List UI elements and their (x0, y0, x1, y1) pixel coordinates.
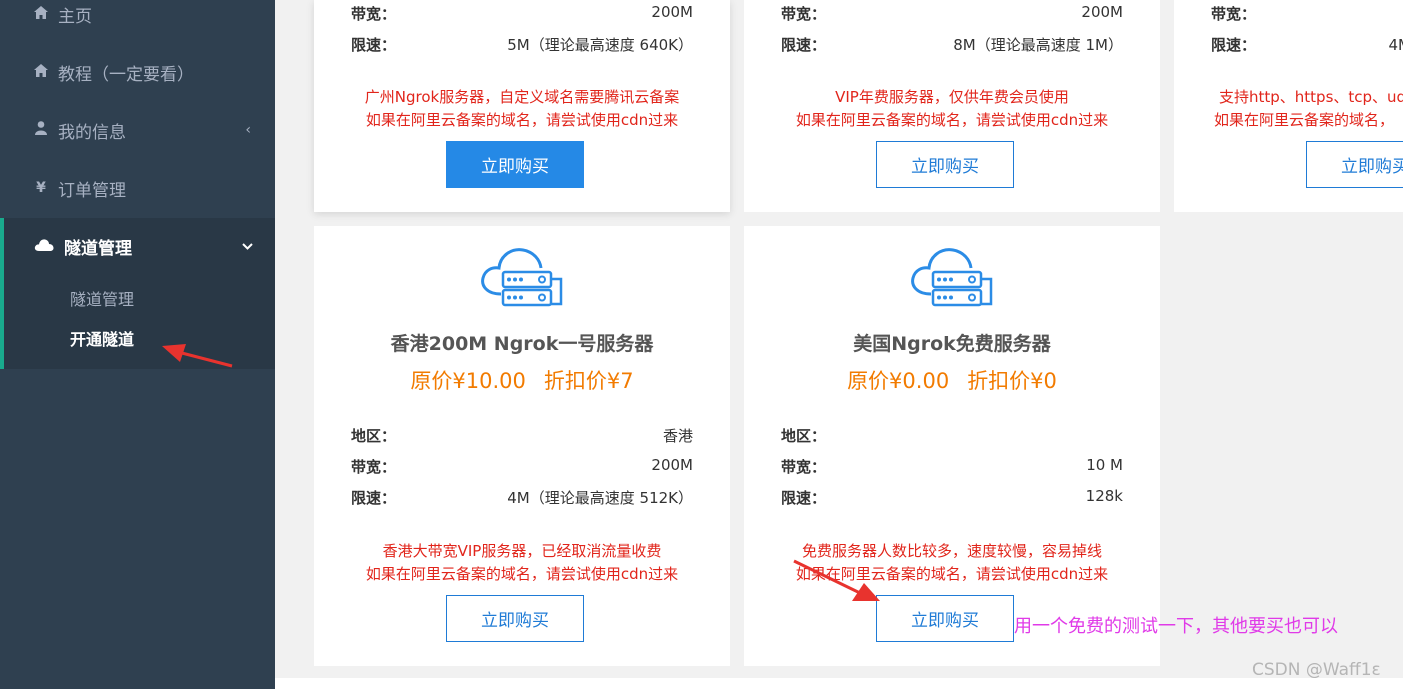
spec-value: 10 M (1086, 456, 1123, 474)
sidebar-item-tutorial[interactable]: 教程（一定要看） (0, 43, 275, 101)
spec-value: 5M（理论最高速度 640K） (507, 36, 693, 54)
sidebar-subitem-open-tunnel[interactable]: 开通隧道 (70, 326, 134, 350)
note-line: 支持http、https、tcp、ud (1219, 88, 1403, 106)
home-icon (30, 63, 52, 81)
buy-button[interactable]: 立即购买 (446, 595, 584, 642)
cloud-server-icon (911, 248, 993, 307)
server-card-vip-annual: 带宽： 200M 限速： 8M（理论最高速度 1M） VIP年费服务器，仅供年费… (744, 0, 1160, 212)
spec-label: 带宽： (351, 458, 397, 476)
spec-label: 限速： (781, 36, 827, 54)
card-note: 香港大带宽VIP服务器，已经取消流量收费 如果在阿里云备案的域名，请尝试使用cd… (314, 540, 730, 586)
spec-label: 带宽： (781, 458, 827, 476)
sidebar-item-orders[interactable]: ¥ 订单管理 (0, 159, 275, 217)
spec-label: 带宽： (781, 5, 827, 23)
discount-price: 折扣价¥7 (543, 369, 634, 393)
card-price: 原价¥0.00 折扣价¥0 (744, 365, 1160, 395)
card-note: VIP年费服务器，仅供年费会员使用 如果在阿里云备案的域名，请尝试使用cdn过来 (744, 86, 1160, 132)
note-line: VIP年费服务器，仅供年费会员使用 (835, 88, 1069, 106)
spec-row-bandwidth: 带宽： (1211, 3, 1403, 24)
original-price: 原价¥10.00 (410, 369, 526, 393)
note-line: 香港大带宽VIP服务器，已经取消流量收费 (382, 542, 662, 560)
sidebar-item-label: 隧道管理 (64, 238, 132, 259)
spec-row-region: 地区： (781, 425, 1123, 446)
spec-label: 限速： (1211, 36, 1257, 54)
home-icon (30, 5, 52, 23)
buy-button[interactable]: 立即购买 (876, 141, 1014, 188)
sidebar-item-home[interactable]: 主页 (0, 0, 275, 43)
spec-value: 128k (1085, 487, 1123, 505)
spec-value: 香港 (662, 427, 693, 445)
cloud-icon (34, 236, 56, 256)
spec-label: 地区： (781, 427, 827, 445)
red-arrow-annotation-icon (793, 559, 880, 601)
cloud-server-icon (481, 248, 563, 307)
server-card-hongkong: 香港200M Ngrok一号服务器 原价¥10.00 折扣价¥7 地区： 香港 带… (314, 226, 730, 666)
sidebar-item-label: 订单管理 (58, 180, 126, 201)
card-price: 原价¥10.00 折扣价¥7 (314, 365, 730, 395)
spec-row-region: 地区： 香港 (351, 425, 693, 446)
server-card-guangzhou: 带宽： 200M 限速： 5M（理论最高速度 640K） 广州Ngrok服务器，… (314, 0, 730, 212)
original-price: 原价¥0.00 (847, 369, 950, 393)
user-icon (30, 121, 52, 139)
buy-button[interactable]: 立即购买 (1306, 141, 1403, 188)
note-line: 如果在阿里云备案的域名， (1214, 111, 1395, 129)
card-title: 美国Ngrok免费服务器 (853, 333, 1051, 355)
note-line: 如果在阿里云备案的域名，请尝试使用cdn过来 (795, 111, 1109, 129)
spec-label: 限速： (351, 36, 397, 54)
spec-label: 限速： (781, 489, 827, 507)
sidebar-item-label: 主页 (58, 6, 92, 27)
spec-label: 地区： (351, 427, 397, 445)
sidebar-item-label: 教程（一定要看） (58, 64, 194, 85)
spec-row-bandwidth: 带宽： 200M (351, 3, 693, 24)
bottom-strip (275, 678, 1403, 689)
sidebar-subitem-tunnel-manage[interactable]: 隧道管理 (70, 286, 134, 310)
spec-value: 4M（理 (1388, 36, 1403, 54)
spec-label: 带宽： (1211, 5, 1257, 23)
sidebar-item-tunnels[interactable]: 隧道管理 (4, 218, 275, 274)
server-card-multi-protocol: 带宽： 限速： 4M（理 支持http、https、tcp、ud 如果在阿里云备… (1174, 0, 1403, 212)
sidebar: 主页 教程（一定要看） 我的信息 ‹ ¥ 订单管理 隧道管理 隧道管理 开通隧道 (0, 0, 275, 689)
card-note: 支持http、https、tcp、ud 如果在阿里云备案的域名， (1214, 86, 1403, 132)
spec-value: 200M (651, 3, 693, 21)
spec-value: 200M (1081, 3, 1123, 21)
card-title: 香港200M Ngrok一号服务器 (390, 333, 654, 355)
spec-row-bandwidth: 带宽： 200M (781, 3, 1123, 24)
discount-price: 折扣价¥0 (967, 369, 1057, 393)
note-line: 如果在阿里云备案的域名，请尝试使用cdn过来 (365, 111, 679, 129)
spec-value: 200M (651, 456, 693, 474)
yen-icon: ¥ (36, 180, 46, 196)
spec-label: 限速： (351, 489, 397, 507)
sidebar-item-my-info[interactable]: 我的信息 ‹ (0, 101, 275, 159)
annotation-text: 用一个免费的测试一下，其他要买也可以 (1014, 616, 1338, 637)
chevron-left-icon: ‹ (245, 122, 251, 138)
chevron-down-icon (242, 238, 253, 254)
buy-button[interactable]: 立即购买 (446, 141, 584, 188)
spec-row-bandwidth: 带宽： 200M (351, 456, 693, 477)
spec-row-speed: 限速： 128k (781, 487, 1123, 508)
card-note: 广州Ngrok服务器，自定义域名需要腾讯云备案 如果在阿里云备案的域名，请尝试使… (314, 86, 730, 132)
note-line: 广州Ngrok服务器，自定义域名需要腾讯云备案 (364, 88, 680, 106)
spec-value: 8M（理论最高速度 1M） (953, 36, 1123, 54)
sidebar-item-label: 我的信息 (58, 122, 126, 143)
spec-row-speed: 限速： 5M（理论最高速度 640K） (351, 34, 693, 55)
spec-label: 带宽： (351, 5, 397, 23)
spec-row-speed: 限速： 4M（理论最高速度 512K） (351, 487, 693, 508)
spec-value: 4M（理论最高速度 512K） (507, 489, 693, 507)
buy-button[interactable]: 立即购买 (876, 595, 1014, 642)
spec-row-bandwidth: 带宽： 10 M (781, 456, 1123, 477)
spec-row-speed: 限速： 4M（理 (1211, 34, 1403, 55)
watermark: CSDN @Waff1ε (1252, 660, 1381, 680)
note-line: 如果在阿里云备案的域名，请尝试使用cdn过来 (365, 565, 679, 583)
red-arrow-annotation-icon (162, 344, 233, 368)
spec-row-speed: 限速： 8M（理论最高速度 1M） (781, 34, 1123, 55)
